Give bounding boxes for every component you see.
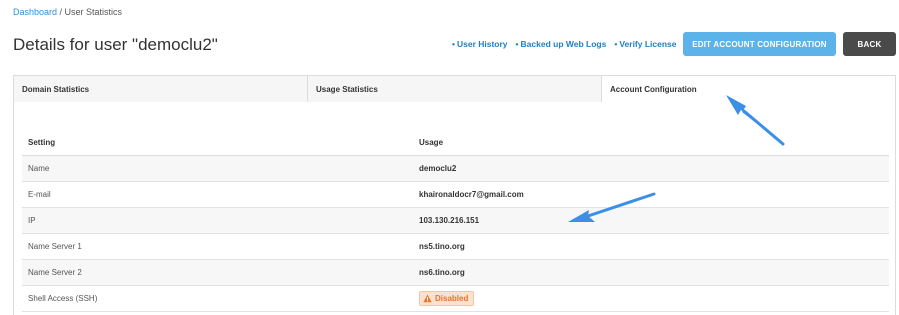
table-row: Name Server 1 ns5.tino.org — [22, 234, 889, 260]
setting-name: Name Server 1 — [28, 242, 82, 251]
table-row: Name democlu2 — [22, 156, 889, 182]
table-body: Name democlu2 E-mail khaironaldocr7@gmai… — [22, 156, 889, 312]
dot-icon: • — [515, 39, 519, 49]
breadcrumb: Dashboard / User Statistics — [13, 7, 122, 17]
account-configuration-table: Setting Usage Name democlu2 E-mail khair… — [22, 130, 889, 312]
table-row: E-mail khaironaldocr7@gmail.com — [22, 182, 889, 208]
page-title: Details for user "democlu2" — [13, 35, 218, 54]
verify-license-label: Verify License — [619, 39, 677, 49]
header-usage: Usage — [419, 138, 444, 147]
header-setting: Setting — [28, 138, 56, 147]
back-button[interactable]: BACK — [843, 32, 896, 56]
setting-name: Name Server 2 — [28, 268, 82, 277]
tab-usage-statistics[interactable]: Usage Statistics — [308, 76, 602, 102]
tab-account-configuration[interactable]: Account Configuration — [602, 76, 895, 102]
breadcrumb-dashboard-link[interactable]: Dashboard — [13, 7, 57, 17]
edit-account-configuration-button[interactable]: EDIT ACCOUNT CONFIGURATION — [683, 32, 836, 56]
usage-value: democlu2 — [419, 164, 457, 173]
setting-name: Name — [28, 164, 50, 173]
top-links: • User History • Backed up Web Logs • Verif… — [452, 39, 677, 49]
dot-icon: • — [452, 39, 455, 49]
status-badge: Disabled — [419, 291, 475, 306]
breadcrumb-current: User Statistics — [64, 7, 123, 17]
setting-name: E-mail — [28, 190, 51, 199]
breadcrumb-separator: / — [57, 7, 65, 17]
tab-domain-statistics[interactable]: Domain Statistics — [14, 76, 308, 102]
usage-value: ns5.tino.org — [419, 242, 465, 251]
backed-up-web-logs-link[interactable]: • Backed up Web Logs — [516, 39, 607, 49]
usage-value: khaironaldocr7@gmail.com — [419, 190, 524, 199]
verify-license-link[interactable]: • Verify License — [614, 39, 676, 49]
table-header: Setting Usage — [22, 130, 889, 156]
usage-value: ns6.tino.org — [419, 268, 465, 277]
status-badge-label: Disabled — [435, 294, 469, 303]
setting-name: Shell Access (SSH) — [28, 294, 98, 303]
user-history-label: User History — [456, 39, 508, 49]
tab-bar: Domain Statistics Usage Statistics Accou… — [13, 75, 896, 103]
backed-up-web-logs-label: Backed up Web Logs — [520, 39, 607, 49]
usage-value: 103.130.216.151 — [419, 216, 480, 225]
user-history-link[interactable]: • User History — [452, 39, 508, 49]
table-row: IP 103.130.216.151 — [22, 208, 889, 234]
table-row: Name Server 2 ns6.tino.org — [22, 260, 889, 286]
usage-value: Disabled — [419, 291, 889, 306]
table-row: Shell Access (SSH) Disabled — [22, 286, 889, 312]
warning-icon — [423, 294, 432, 303]
dot-icon: • — [614, 39, 618, 49]
setting-name: IP — [28, 216, 36, 225]
